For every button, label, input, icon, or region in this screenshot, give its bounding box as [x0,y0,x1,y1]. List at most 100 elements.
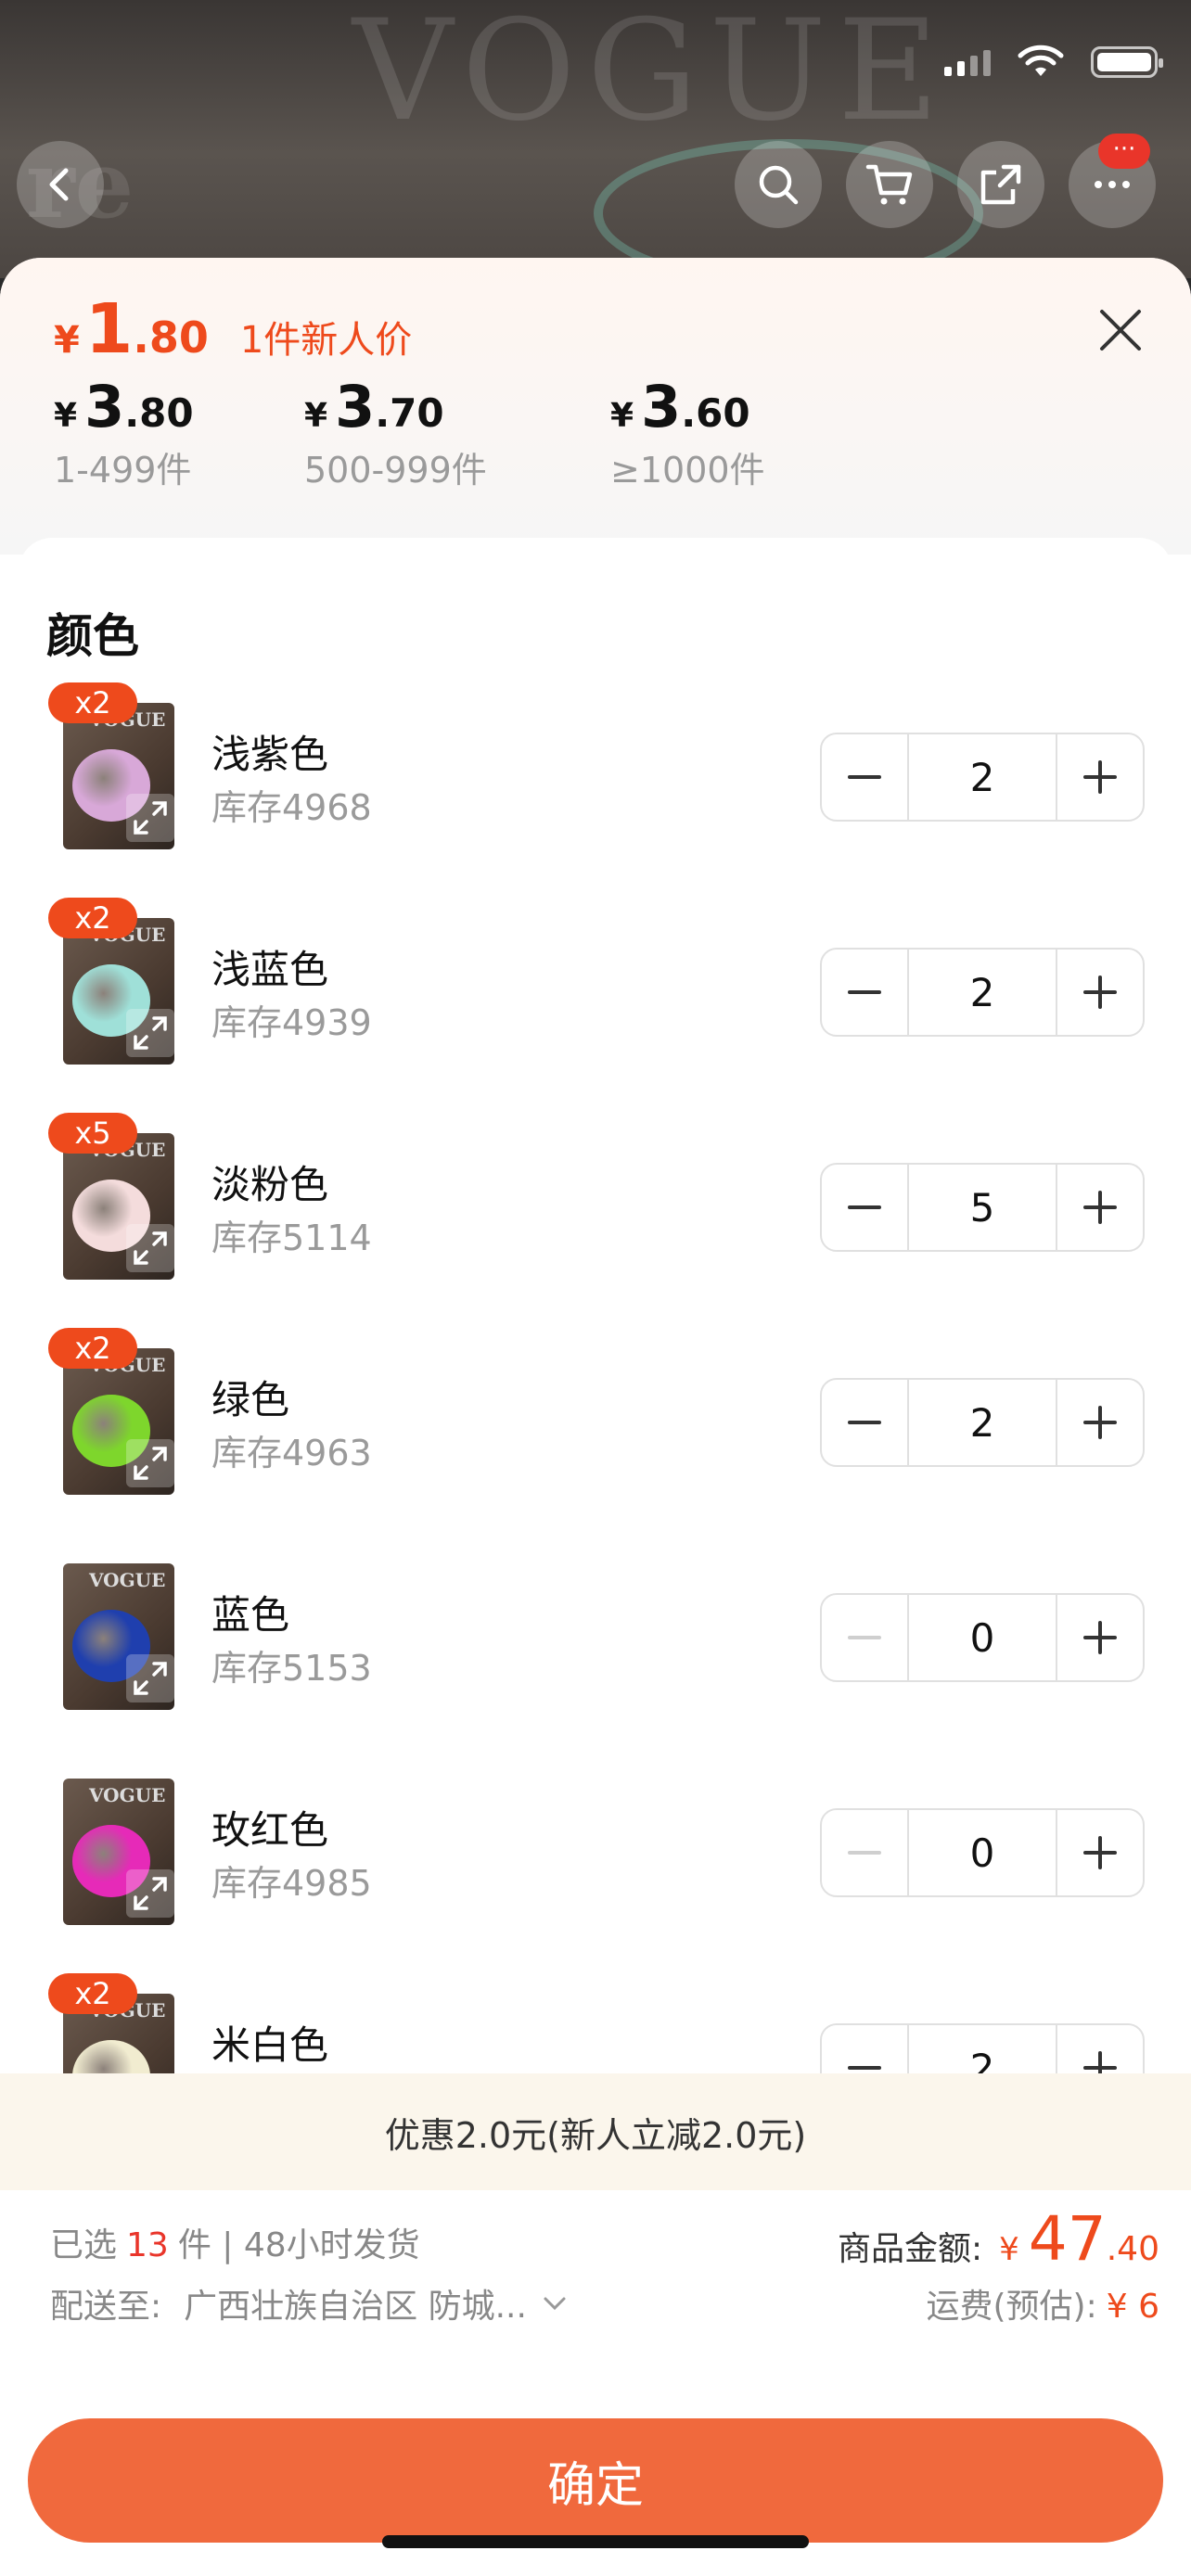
option-stock: 库存4939 [211,1002,372,1043]
search-button[interactable] [735,141,822,228]
battery-icon [1091,46,1163,78]
freight-estimate: 运费(预估): ¥ 6 [926,2288,1160,2326]
order-footer: 已选 13 件 | 48小时发货 配送至: 广西壮族自治区 防城... 商品金额: … [0,2190,1191,2576]
ship-to-label: 配送至: [50,2288,162,2326]
increase-button[interactable] [1057,1595,1143,1680]
decrease-button[interactable] [822,1165,907,1250]
price-tier: ¥3.60 ≥1000件 [610,373,765,491]
increase-button[interactable] [1057,1165,1143,1250]
back-button[interactable] [17,141,104,228]
selected-qty-badge: x5 [48,1113,137,1154]
option-name: 绿色 [211,1377,290,1422]
decrease-button[interactable] [822,1810,907,1895]
cart-button[interactable] [846,141,933,228]
option-thumbnail[interactable]: VOGUE [63,1348,174,1495]
option-thumbnail[interactable]: VOGUE [63,703,174,849]
increase-button[interactable] [1057,734,1143,820]
chevron-down-icon [544,2297,566,2311]
expand-icon[interactable] [126,1439,174,1487]
ship-to-address: 广西壮族自治区 防城... [184,2288,527,2326]
ship-to-selector[interactable]: 配送至: 广西壮族自治区 防城... [50,2279,570,2327]
currency-symbol: ¥ [54,319,80,362]
search-icon [759,165,799,205]
expand-icon[interactable] [126,1009,174,1057]
expand-icon[interactable] [126,1654,174,1702]
newcomer-price: ¥ 1 .80 1件新人价 [54,295,412,363]
decrease-button[interactable] [822,950,907,1035]
option-name: 玫红色 [211,1807,329,1853]
price-tier: ¥3.70 500-999件 [304,373,487,491]
option-stock: 库存5153 [211,1648,372,1689]
option-stock: 库存5114 [211,1218,372,1258]
share-icon [980,164,1021,205]
option-name: 蓝色 [211,1592,290,1638]
plus-icon [1083,976,1117,1009]
decrease-button[interactable] [822,1380,907,1465]
section-title: 颜色 [46,609,139,663]
status-bar [944,45,1163,80]
increase-button[interactable] [1057,1810,1143,1895]
close-button[interactable] [1093,302,1148,358]
decrease-button[interactable] [822,734,907,820]
wifi-icon [1018,45,1064,76]
option-thumbnail[interactable]: VOGUE [63,1133,174,1280]
selected-qty-badge: x2 [48,898,137,938]
quantity-input[interactable]: 2 [907,950,1057,1035]
tier-range: 500-999件 [304,450,487,491]
option-stock: 库存4963 [211,1433,372,1473]
minus-icon [848,1421,881,1424]
expand-icon[interactable] [126,1224,174,1272]
expand-icon[interactable] [126,794,174,842]
product-image-backdrop: VOGUE re [0,0,1191,287]
thumbnail-watermark: VOGUE [89,1784,166,1806]
goods-amount: 商品金额: ¥ 47 .40 [837,2203,1159,2275]
expand-icon[interactable] [126,1869,174,1918]
option-name: 淡粉色 [211,1162,329,1207]
quantity-input[interactable]: 0 [907,1595,1057,1680]
price-decimal: .80 [133,312,209,363]
option-name: 浅紫色 [211,732,329,777]
thumbnail-watermark: VOGUE [89,1569,166,1591]
quantity-input[interactable]: 2 [907,1380,1057,1465]
plus-icon [1083,1406,1117,1439]
quantity-stepper: 0 [820,1593,1145,1682]
quantity-stepper: 5 [820,1163,1145,1252]
quantity-stepper: 2 [820,948,1145,1037]
color-option-row: x2 VOGUE 绿色 库存4963 2 [19,1328,1172,1524]
option-name: 米白色 [211,2022,329,2068]
selected-qty-badge: x2 [48,1328,137,1369]
color-option-row: VOGUE 玫红色 库存4985 0 [19,1779,1172,1955]
sheet-header: ¥ 1 .80 1件新人价 ¥3.80 1-499件 ¥3.70 500-999… [0,258,1191,555]
color-option-row: VOGUE 蓝色 库存5153 0 [19,1563,1172,1740]
share-button[interactable] [957,141,1044,228]
option-thumbnail[interactable]: VOGUE [63,918,174,1065]
quantity-input[interactable]: 2 [907,734,1057,820]
plus-icon [1083,1836,1117,1869]
color-option-row: x2 VOGUE 浅蓝色 库存4939 2 [19,898,1172,1094]
tier-range: ≥1000件 [610,450,765,491]
home-indicator [382,2535,809,2548]
color-option-row: x5 VOGUE 淡粉色 库存5114 5 [19,1113,1172,1309]
option-stock: 库存4968 [211,787,372,828]
sku-selector-sheet: ¥ 1 .80 1件新人价 ¥3.80 1-499件 ¥3.70 500-999… [0,258,1191,2576]
signal-icon [944,48,991,76]
quantity-stepper: 2 [820,733,1145,822]
quantity-input[interactable]: 0 [907,1810,1057,1895]
option-stock: 库存4985 [211,1863,372,1904]
message-badge: ··· [1098,134,1150,169]
selected-qty-badge: x2 [48,682,137,723]
increase-button[interactable] [1057,1380,1143,1465]
confirm-button[interactable]: 确定 [28,2418,1163,2543]
option-name: 浅蓝色 [211,947,329,992]
minus-icon [848,990,881,994]
more-button[interactable]: ··· [1069,134,1156,228]
tier-range: 1-499件 [54,450,192,491]
decrease-button[interactable] [822,1595,907,1680]
increase-button[interactable] [1057,950,1143,1035]
price-integer: 1 [84,289,134,369]
quantity-input[interactable]: 5 [907,1165,1057,1250]
quantity-stepper: 2 [820,1378,1145,1467]
option-thumbnail[interactable]: VOGUE [63,1563,174,1710]
option-thumbnail[interactable]: VOGUE [63,1779,174,1925]
plus-icon [1083,760,1117,794]
